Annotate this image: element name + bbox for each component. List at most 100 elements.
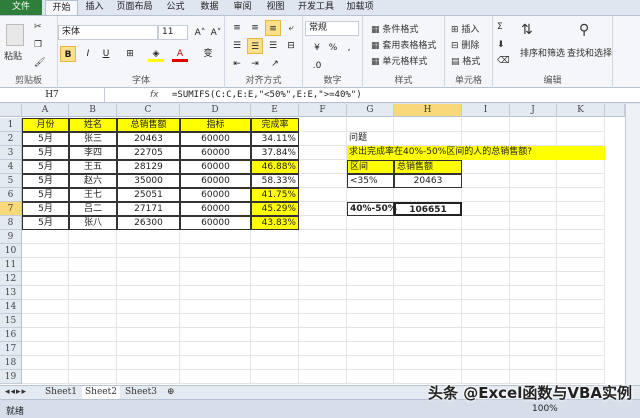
cut-icon[interactable]: ✂: [34, 22, 42, 32]
cell[interactable]: [117, 258, 180, 272]
cell[interactable]: [117, 314, 180, 328]
cell-C5[interactable]: 35000: [117, 174, 180, 188]
cell-B3[interactable]: 李四: [69, 146, 117, 160]
zoom-level[interactable]: 100%: [532, 404, 558, 414]
cell-A3[interactable]: 5月: [22, 146, 69, 160]
cell[interactable]: [69, 286, 117, 300]
cell-C7[interactable]: 27171: [117, 202, 180, 216]
cell[interactable]: [462, 188, 510, 202]
cell-B4[interactable]: 王五: [69, 160, 117, 174]
tab-6[interactable]: 审阅: [226, 0, 259, 15]
cell[interactable]: [462, 342, 510, 356]
column-header-F[interactable]: F: [299, 104, 347, 117]
cell[interactable]: [462, 314, 510, 328]
cell[interactable]: [557, 174, 605, 188]
cell[interactable]: [462, 216, 510, 230]
cell[interactable]: [347, 216, 394, 230]
cell[interactable]: [69, 258, 117, 272]
cell[interactable]: [510, 174, 557, 188]
cell[interactable]: [510, 230, 557, 244]
cell[interactable]: [347, 258, 394, 272]
column-header-B[interactable]: B: [69, 104, 117, 117]
number-format-select[interactable]: 常规: [305, 21, 359, 36]
column-header-I[interactable]: I: [462, 104, 510, 117]
cell[interactable]: [510, 132, 557, 146]
cell[interactable]: [347, 188, 394, 202]
cell[interactable]: [180, 342, 251, 356]
cell-E2[interactable]: 34.11%: [251, 132, 299, 146]
cell[interactable]: [347, 230, 394, 244]
cell[interactable]: [462, 202, 510, 216]
cell[interactable]: [510, 188, 557, 202]
cell[interactable]: [69, 356, 117, 370]
cell[interactable]: [347, 314, 394, 328]
cell[interactable]: [117, 244, 180, 258]
cell[interactable]: [180, 300, 251, 314]
cell[interactable]: [394, 188, 462, 202]
cell[interactable]: [299, 258, 347, 272]
select-all-corner[interactable]: [0, 104, 22, 117]
cell[interactable]: [510, 258, 557, 272]
conditional-format-button[interactable]: ▦ 条件格式: [371, 22, 418, 35]
cell[interactable]: [347, 370, 394, 384]
cell-E5[interactable]: 58.33%: [251, 174, 299, 188]
align-left-icon[interactable]: ☰: [229, 38, 245, 54]
cell[interactable]: [557, 258, 605, 272]
cell-B2[interactable]: 张三: [69, 132, 117, 146]
cell[interactable]: [462, 328, 510, 342]
cell[interactable]: [557, 118, 605, 132]
cell[interactable]: [117, 328, 180, 342]
cell[interactable]: [394, 216, 462, 230]
cell[interactable]: [251, 272, 299, 286]
row-header[interactable]: 12: [0, 272, 22, 286]
cell[interactable]: [394, 356, 462, 370]
cell[interactable]: [557, 300, 605, 314]
cell[interactable]: [510, 286, 557, 300]
cell[interactable]: [394, 328, 462, 342]
cell[interactable]: [299, 202, 347, 216]
cell[interactable]: [394, 132, 462, 146]
tab-9[interactable]: 加载项: [340, 0, 380, 15]
cell[interactable]: [510, 328, 557, 342]
cell[interactable]: [299, 356, 347, 370]
font-color-button[interactable]: A: [172, 46, 188, 62]
cell-B7[interactable]: 吕二: [69, 202, 117, 216]
cell[interactable]: [299, 370, 347, 384]
cell[interactable]: [394, 286, 462, 300]
cell-G4[interactable]: 区间: [347, 160, 394, 174]
insert-button[interactable]: ⊞ 插入: [451, 22, 479, 35]
cell-B5[interactable]: 赵六: [69, 174, 117, 188]
cell[interactable]: [462, 300, 510, 314]
cell-H5[interactable]: 20463: [394, 174, 462, 188]
cell[interactable]: [22, 356, 69, 370]
cell[interactable]: [22, 258, 69, 272]
row-header[interactable]: 5: [0, 174, 22, 188]
border-icon[interactable]: ⊞: [122, 46, 138, 62]
cell[interactable]: [180, 370, 251, 384]
tab-0[interactable]: 文件: [0, 0, 42, 15]
cell[interactable]: [462, 118, 510, 132]
cell[interactable]: [251, 230, 299, 244]
cell-C3[interactable]: 22705: [117, 146, 180, 160]
cell[interactable]: [69, 244, 117, 258]
cell[interactable]: [347, 272, 394, 286]
row-header[interactable]: 2: [0, 132, 22, 146]
cell-D1[interactable]: 指标: [180, 118, 251, 132]
cell-E8[interactable]: 43.83%: [251, 216, 299, 230]
cell[interactable]: [510, 216, 557, 230]
cell-A4[interactable]: 5月: [22, 160, 69, 174]
delete-button[interactable]: ⊟ 删除: [451, 38, 479, 51]
paste-icon[interactable]: [6, 24, 24, 46]
cell[interactable]: [22, 314, 69, 328]
row-header[interactable]: 17: [0, 342, 22, 356]
cell[interactable]: [462, 244, 510, 258]
percent-button[interactable]: %: [325, 40, 341, 56]
cell[interactable]: [251, 244, 299, 258]
row-header[interactable]: 15: [0, 314, 22, 328]
tab-3[interactable]: 页面布局: [111, 0, 158, 15]
sort-filter-button[interactable]: 排序和筛选: [520, 46, 565, 59]
column-header-J[interactable]: J: [510, 104, 557, 117]
row-header[interactable]: 4: [0, 160, 22, 174]
merge-icon[interactable]: ⊟: [283, 38, 299, 54]
cell[interactable]: [510, 160, 557, 174]
